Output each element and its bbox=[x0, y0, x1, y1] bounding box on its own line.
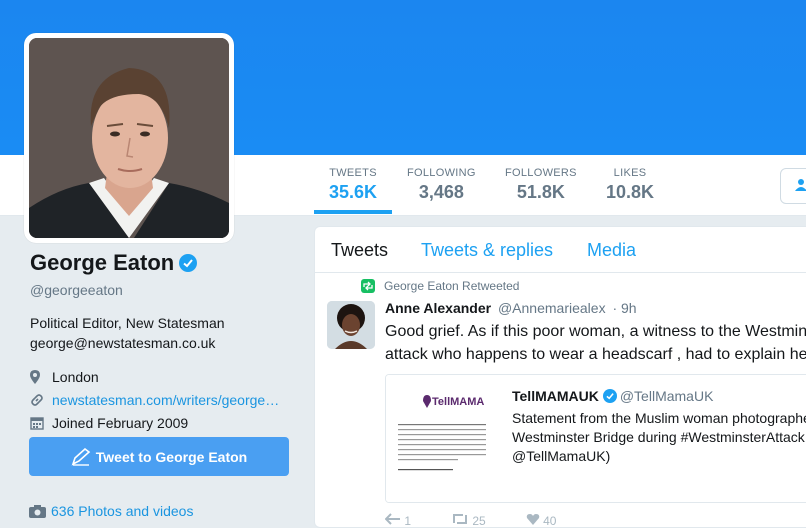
tweet-author-avatar[interactable] bbox=[327, 301, 375, 349]
joined-text: Joined February 2009 bbox=[52, 414, 189, 431]
stat-value: 10.8K bbox=[606, 182, 655, 202]
photos-videos-link[interactable]: 636 Photos and videos bbox=[29, 503, 193, 519]
retweet-count: 25 bbox=[472, 514, 486, 528]
stat-followers[interactable]: FOLLOWERS 51.8K bbox=[505, 167, 577, 203]
tweet-to-label: Tweet to George Eaton bbox=[95, 448, 248, 465]
quoted-author-name: TellMAMAUK bbox=[512, 388, 599, 404]
verified-badge-icon bbox=[179, 254, 198, 272]
bio-line: Political Editor, New Statesman bbox=[30, 315, 225, 331]
photos-label: 636 Photos and videos bbox=[51, 503, 194, 519]
tellmama-logo: TellMAMA bbox=[432, 396, 485, 408]
stat-label: TWEETS bbox=[329, 167, 377, 179]
stat-value: 51.8K bbox=[516, 182, 565, 202]
location-pin-icon bbox=[30, 369, 40, 384]
verified-badge-icon bbox=[602, 389, 617, 403]
profile-card: George Eaton @georgeeaton Political Edit… bbox=[30, 250, 300, 434]
tweet-text-line: attack who happens to wear a headscarf ,… bbox=[385, 346, 806, 363]
camera-icon bbox=[29, 505, 46, 518]
tweet-time[interactable]: · 9h bbox=[612, 300, 636, 316]
stat-label: FOLLOWERS bbox=[505, 167, 577, 179]
stat-following[interactable]: FOLLOWING 3,468 bbox=[407, 167, 476, 203]
compose-icon bbox=[71, 447, 91, 466]
follow-icon bbox=[795, 179, 806, 191]
avatar-photo bbox=[29, 38, 229, 238]
profile-avatar[interactable] bbox=[24, 33, 234, 243]
quoted-tweet-text: Statement from the Muslim woman photogra… bbox=[512, 409, 806, 466]
retweet-icon bbox=[453, 514, 468, 524]
tweet-header: Anne Alexander @Annemariealex · 9h bbox=[385, 300, 637, 316]
retweet-context: George Eaton Retweeted bbox=[361, 279, 519, 293]
active-stat-indicator bbox=[314, 210, 392, 214]
like-icon bbox=[526, 514, 539, 525]
tweet-to-button[interactable]: Tweet to George Eaton bbox=[29, 437, 289, 476]
quoted-tweet-header: TellMAMAUK @TellMamaUK bbox=[512, 388, 713, 404]
timeline: Tweets Tweets & replies Media George Eat… bbox=[314, 226, 806, 528]
bio-line: george@newstatesman.co.uk bbox=[30, 335, 216, 351]
quoted-text-line: Westminster Bridge during #WestminsterAt… bbox=[512, 429, 806, 445]
stat-tweets[interactable]: TWEETS 35.6K bbox=[329, 167, 377, 203]
reply-count: 1 bbox=[404, 514, 412, 528]
profile-bio: Political Editor, New Statesman george@n… bbox=[30, 313, 300, 353]
stat-likes[interactable]: LIKES 10.8K bbox=[606, 167, 654, 203]
reply-icon bbox=[384, 513, 400, 525]
tweet-text: Good grief. As if this poor woman, a wit… bbox=[385, 320, 806, 366]
profile-handle[interactable]: @georgeeaton bbox=[30, 282, 300, 298]
tab-tweets-replies[interactable]: Tweets & replies bbox=[421, 240, 553, 261]
quoted-author-handle: @TellMamaUK bbox=[619, 388, 714, 404]
quoted-tweet-card[interactable]: TellMAMA TellMAMAUK @TellMamaUK Statemen… bbox=[385, 374, 806, 503]
tab-tweets[interactable]: Tweets bbox=[331, 240, 388, 261]
tweet-author-handle[interactable]: @Annemariealex bbox=[498, 300, 606, 316]
stat-value: 35.6K bbox=[329, 182, 378, 202]
retweet-icon bbox=[361, 279, 375, 293]
tweet-author-name[interactable]: Anne Alexander bbox=[385, 300, 491, 316]
tab-media[interactable]: Media bbox=[587, 240, 636, 261]
stat-label: FOLLOWING bbox=[407, 167, 476, 179]
quoted-text-line: Statement from the Muslim woman photogra… bbox=[512, 410, 806, 426]
quoted-tweet-thumbnail: TellMAMA bbox=[386, 375, 499, 502]
link-icon bbox=[31, 393, 43, 406]
tweet-text-line: Good grief. As if this poor woman, a wit… bbox=[385, 323, 806, 340]
profile-website: newstatesman.com/writers/george… bbox=[30, 388, 300, 411]
retweet-note[interactable]: George Eaton Retweeted bbox=[384, 279, 519, 293]
profile-location: London bbox=[30, 365, 300, 388]
timeline-tabs: Tweets Tweets & replies Media bbox=[315, 227, 806, 273]
website-link[interactable]: newstatesman.com/writers/george… bbox=[52, 392, 279, 408]
stat-value: 3,468 bbox=[418, 182, 464, 202]
like-count: 40 bbox=[543, 514, 557, 528]
follow-button[interactable] bbox=[780, 168, 806, 204]
quoted-text-line: @TellMamaUK) bbox=[512, 448, 611, 464]
profile-joined: Joined February 2009 bbox=[30, 411, 300, 434]
stat-label: LIKES bbox=[613, 167, 647, 179]
profile-name[interactable]: George Eaton bbox=[30, 250, 174, 276]
calendar-icon bbox=[30, 416, 44, 430]
location-text: London bbox=[52, 368, 99, 385]
